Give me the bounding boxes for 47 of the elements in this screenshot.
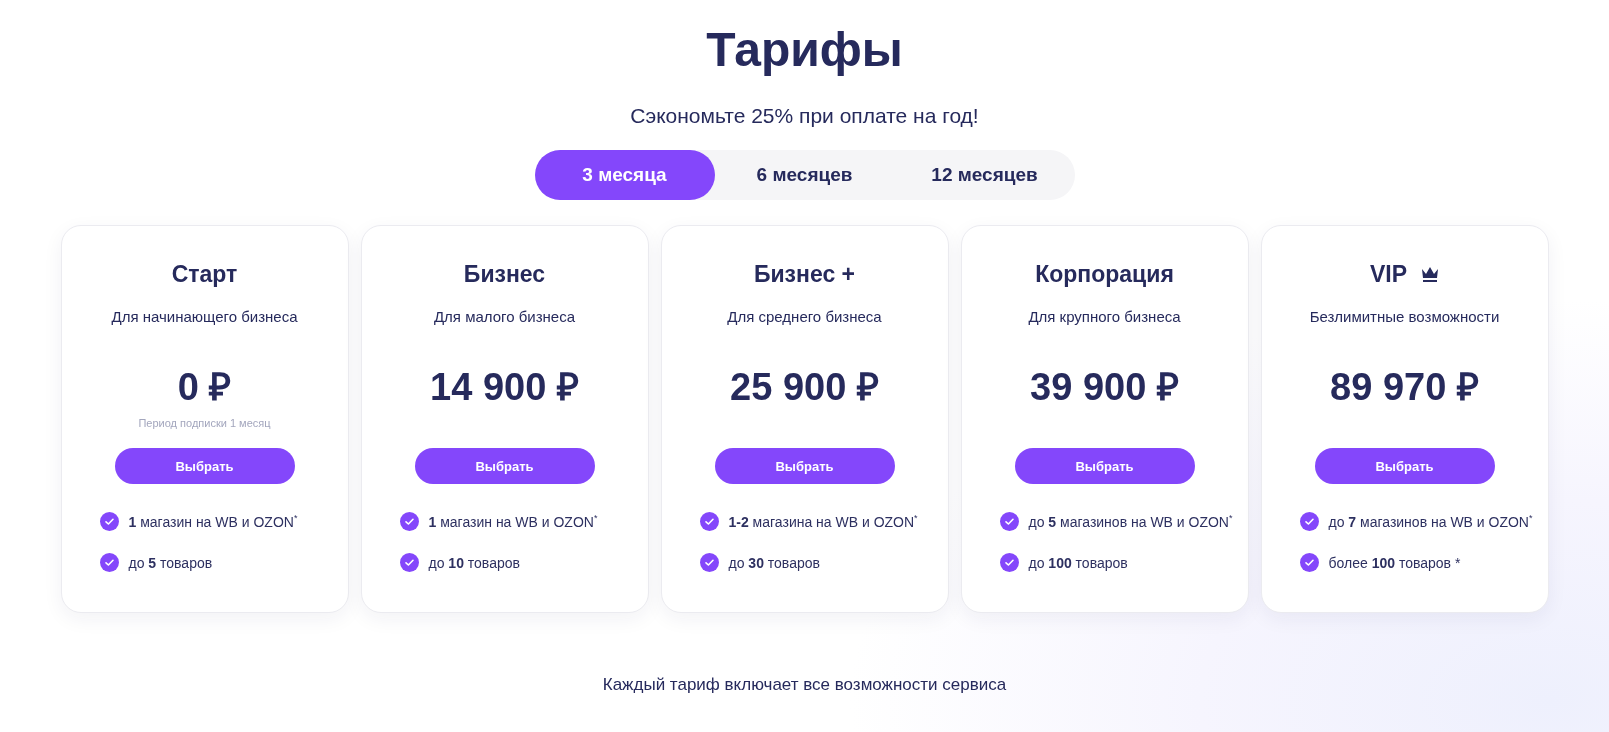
plan-audience: Для начинающего бизнеса — [111, 308, 298, 325]
subtitle: Сэкономьте 25% при оплате на год! — [630, 104, 979, 128]
plan-price: 25 900 ₽ — [730, 365, 879, 405]
plan-name: VIP — [1369, 260, 1408, 288]
plan-audience: Для малого бизнеса — [433, 308, 576, 325]
plan-note: Период подписки 1 месяц — [138, 417, 271, 430]
plan-feature: до 5 магазинов на WB и OZON$^{*}$ — [1028, 513, 1233, 530]
check-icon — [999, 553, 1019, 572]
select-button[interactable]: Выбрать — [714, 448, 895, 484]
plan-feature: 1 магазин на WB и OZON$^{*}$ — [128, 513, 298, 530]
check-icon — [99, 553, 119, 572]
plan-audience: Для крупного бизнеса — [1028, 308, 1181, 325]
plan-feature: 1-2 магазина на WB и OZON$^{*}$ — [728, 513, 918, 530]
select-button[interactable]: Выбрать — [1314, 448, 1495, 484]
plan-feature: 1 магазин на WB и OZON$^{*}$ — [428, 513, 598, 530]
plan-feature: до 100 товаров — [1028, 554, 1128, 571]
plan-name: Корпорация — [1035, 260, 1174, 288]
plan-price: 14 900 ₽ — [430, 365, 579, 405]
plan-price: 39 900 ₽ — [1030, 365, 1179, 405]
plan-price: 89 970 ₽ — [1330, 365, 1479, 405]
plan-feature: более 100 товаров * — [1328, 554, 1461, 571]
period-tab[interactable]: 12 месяцев — [894, 150, 1075, 200]
plan-name: Бизнес — [463, 260, 546, 288]
period-tab[interactable]: 3 месяца — [534, 150, 715, 200]
plan-name: Старт — [171, 260, 238, 288]
check-icon — [399, 553, 419, 572]
period-tab[interactable]: 6 месяцев — [714, 150, 895, 200]
check-icon — [99, 512, 119, 531]
check-icon — [1299, 512, 1319, 531]
check-icon — [999, 512, 1019, 531]
check-icon — [699, 512, 719, 531]
plan-audience: Для среднего бизнеса — [727, 308, 882, 325]
check-icon — [699, 553, 719, 572]
plan-price: 0 ₽ — [177, 365, 232, 405]
check-icon — [1299, 553, 1319, 572]
select-button[interactable]: Выбрать — [414, 448, 595, 484]
plan-feature: до 10 товаров — [428, 554, 520, 571]
page-title: Тарифы — [706, 22, 903, 78]
plan-feature: до 7 магазинов на WB и OZON$^{*}$ — [1328, 513, 1533, 530]
select-button[interactable]: Выбрать — [114, 448, 295, 484]
plan-feature: до 30 товаров — [728, 554, 820, 571]
plan-feature: до 5 товаров — [128, 554, 213, 571]
check-icon — [399, 512, 419, 531]
footer-note: Каждый тариф включает все возможности сервиса — [602, 675, 1007, 695]
plan-name: Бизнес + — [753, 260, 856, 288]
plan-audience: Безлимитные возможности — [1309, 308, 1500, 325]
select-button[interactable]: Выбрать — [1014, 448, 1195, 484]
